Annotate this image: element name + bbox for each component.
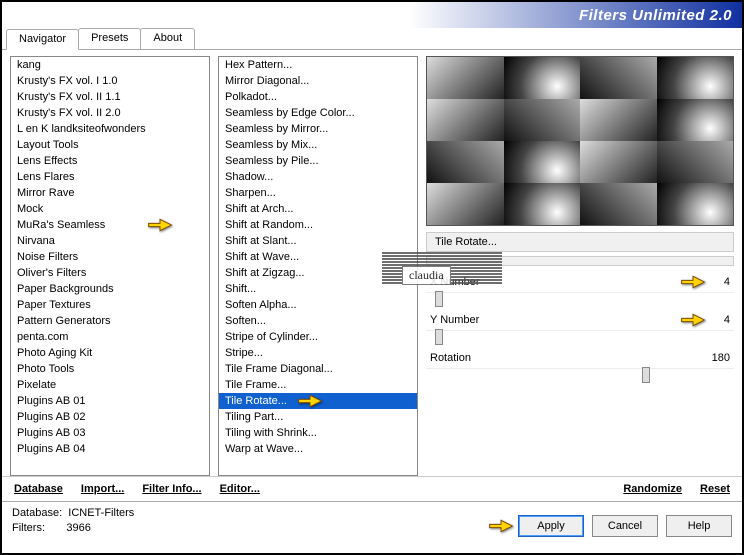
preview-image [426,56,734,226]
category-item[interactable]: Nirvana [11,233,209,249]
category-item[interactable]: Photo Aging Kit [11,345,209,361]
title-bar: Filters Unlimited 2.0 [2,2,742,28]
category-item[interactable]: penta.com [11,329,209,345]
filter-item[interactable]: Stripe... [219,345,417,361]
filter-item[interactable]: Seamless by Pile... [219,153,417,169]
filter-item[interactable]: Seamless by Edge Color... [219,105,417,121]
param-slider[interactable] [426,292,734,306]
param-slider[interactable] [426,330,734,344]
filter-item[interactable]: Tile Frame Diagonal... [219,361,417,377]
preview-column: Tile Rotate... X Number4Y Number4Rotatio… [426,56,734,476]
randomize-link[interactable]: Randomize [623,483,682,495]
param-value: 4 [700,314,730,326]
filter-item[interactable]: Shift at Random... [219,217,417,233]
filter-item[interactable]: Tiling with Shrink... [219,425,417,441]
pointing-hand-icon [488,516,514,536]
category-item[interactable]: Layout Tools [11,137,209,153]
database-link[interactable]: Database [14,483,63,495]
pointing-hand-icon [297,391,323,411]
filter-item[interactable]: Shift at Slant... [219,233,417,249]
category-item[interactable]: Paper Textures [11,297,209,313]
param-label: X Number [430,276,700,288]
category-item[interactable]: Lens Effects [11,153,209,169]
filter-item[interactable]: Shift at Wave... [219,249,417,265]
status-text: Database: ICNET-Filters Filters: 3966 [12,506,134,537]
category-item[interactable]: Oliver's Filters [11,265,209,281]
param-label: Rotation [430,352,700,364]
category-item[interactable]: Plugins AB 03 [11,425,209,441]
category-item[interactable]: Paper Backgrounds [11,281,209,297]
parameter-panel: X Number4Y Number4Rotation180 [426,274,734,388]
bottom-bar: Database: ICNET-Filters Filters: 3966 Ap… [2,501,742,543]
app-title: Filters Unlimited 2.0 [579,7,732,24]
filter-item[interactable]: Shift at Arch... [219,201,417,217]
filter-item[interactable]: Shadow... [219,169,417,185]
category-item[interactable]: L en K landksiteofwonders [11,121,209,137]
category-item[interactable]: Plugins AB 01 [11,393,209,409]
filter-item[interactable]: Seamless by Mirror... [219,121,417,137]
dialog-button-group: Apply Cancel Help [518,515,732,537]
category-item[interactable]: Lens Flares [11,169,209,185]
filter-column: Hex Pattern...Mirror Diagonal...Polkadot… [218,56,418,476]
pointing-hand-icon [147,215,173,235]
category-item[interactable]: kang [11,57,209,73]
param-row: X Number4 [426,274,734,290]
category-item[interactable]: Krusty's FX vol. I 1.0 [11,73,209,89]
filter-item[interactable]: Warp at Wave... [219,441,417,457]
category-item[interactable]: Mirror Rave [11,185,209,201]
import-link[interactable]: Import... [81,483,124,495]
filter-item[interactable]: Soften Alpha... [219,297,417,313]
editor-link[interactable]: Editor... [220,483,260,495]
filter-item[interactable]: Sharpen... [219,185,417,201]
reset-link[interactable]: Reset [700,483,730,495]
filter-item[interactable]: Shift... [219,281,417,297]
category-item[interactable]: Photo Tools [11,361,209,377]
category-list[interactable]: kangKrusty's FX vol. I 1.0Krusty's FX vo… [10,56,210,476]
category-item[interactable]: MuRa's Seamless [11,217,209,233]
main-content: kangKrusty's FX vol. I 1.0Krusty's FX vo… [2,50,742,476]
tab-about[interactable]: About [140,28,195,49]
filter-item[interactable]: Tile Frame... [219,377,417,393]
filter-item[interactable]: Tiling Part... [219,409,417,425]
category-item[interactable]: Pattern Generators [11,313,209,329]
filter-item[interactable]: Soften... [219,313,417,329]
param-row: Rotation180 [426,350,734,366]
filter-item[interactable]: Shift at Zigzag... [219,265,417,281]
tab-strip: Navigator Presets About [2,28,742,50]
cancel-button[interactable]: Cancel [592,515,658,537]
param-row: Y Number4 [426,312,734,328]
category-item[interactable]: Plugins AB 04 [11,441,209,457]
category-item[interactable]: Noise Filters [11,249,209,265]
param-label: Y Number [430,314,700,326]
progress-bar [426,256,734,266]
filter-item[interactable]: Tile Rotate... [219,393,417,409]
link-button-row: Database Import... Filter Info... Editor… [2,476,742,501]
filter-item[interactable]: Stripe of Cylinder... [219,329,417,345]
category-item[interactable]: Plugins AB 02 [11,409,209,425]
param-value: 180 [700,352,730,364]
filter-item[interactable]: Polkadot... [219,89,417,105]
param-value: 4 [700,276,730,288]
category-column: kangKrusty's FX vol. I 1.0Krusty's FX vo… [10,56,210,476]
category-item[interactable]: Mock [11,201,209,217]
help-button[interactable]: Help [666,515,732,537]
filter-info-link[interactable]: Filter Info... [142,483,201,495]
category-item[interactable]: Krusty's FX vol. II 1.1 [11,89,209,105]
category-item[interactable]: Pixelate [11,377,209,393]
selected-filter-title: Tile Rotate... [426,232,734,252]
apply-button[interactable]: Apply [518,515,584,537]
tab-presets[interactable]: Presets [78,28,141,49]
filter-item[interactable]: Seamless by Mix... [219,137,417,153]
filter-list[interactable]: Hex Pattern...Mirror Diagonal...Polkadot… [218,56,418,476]
filter-item[interactable]: Hex Pattern... [219,57,417,73]
category-item[interactable]: Krusty's FX vol. II 2.0 [11,105,209,121]
param-slider[interactable] [426,368,734,382]
tab-navigator[interactable]: Navigator [6,29,79,50]
filter-item[interactable]: Mirror Diagonal... [219,73,417,89]
